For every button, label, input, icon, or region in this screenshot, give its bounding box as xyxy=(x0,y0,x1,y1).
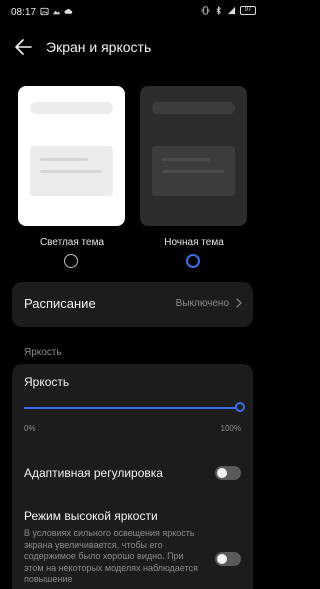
brightness-card: Яркость 0% 100% Адаптивная регулировка Р… xyxy=(12,364,253,589)
preview-header-bar xyxy=(152,102,235,114)
image-icon xyxy=(40,7,49,16)
header: Экран и яркость xyxy=(0,28,265,66)
brightness-slider-track[interactable] xyxy=(24,407,240,409)
status-bar: 08:17 97 xyxy=(0,0,265,24)
light-theme-label: Светлая тема xyxy=(39,237,105,248)
status-notification-icons xyxy=(40,7,73,16)
schedule-row[interactable]: Расписание Выключено xyxy=(12,282,253,327)
status-system-icons: 97 xyxy=(201,6,256,15)
signal-icon xyxy=(227,6,236,15)
high-brightness-mode-label: Режим высокой яркости xyxy=(24,509,158,523)
slider-min-label: 0% xyxy=(24,424,36,433)
preview-line xyxy=(162,158,210,161)
schedule-label: Расписание xyxy=(24,296,96,311)
chevron-right-icon xyxy=(236,298,242,308)
brightness-label: Яркость xyxy=(24,375,70,389)
high-brightness-mode-description: В условиях сильного освещения яркость эк… xyxy=(24,528,198,584)
dark-theme-preview[interactable] xyxy=(140,86,247,226)
light-theme-preview[interactable] xyxy=(18,86,125,226)
adaptive-brightness-label: Адаптивная регулировка xyxy=(24,466,163,480)
adaptive-brightness-toggle[interactable] xyxy=(215,466,241,480)
gallery-icon xyxy=(52,10,61,15)
light-theme-radio[interactable] xyxy=(64,254,78,268)
dark-theme-radio[interactable] xyxy=(186,254,200,268)
brightness-slider-thumb[interactable] xyxy=(235,402,245,412)
preview-line xyxy=(162,170,224,173)
page-title: Экран и яркость xyxy=(46,39,152,55)
vibrate-icon xyxy=(201,6,210,15)
schedule-value: Выключено xyxy=(175,298,229,309)
slider-max-label: 100% xyxy=(220,424,241,433)
dark-theme-label: Ночная тема xyxy=(164,237,224,248)
brightness-section-header: Яркость xyxy=(24,347,62,358)
cloud-icon xyxy=(64,8,73,14)
back-arrow-icon[interactable] xyxy=(12,36,36,58)
preview-line xyxy=(40,170,102,173)
status-time: 08:17 xyxy=(11,7,37,18)
battery-icon: 97 xyxy=(240,6,256,15)
bluetooth-icon xyxy=(216,6,221,15)
high-brightness-mode-toggle[interactable] xyxy=(215,552,241,566)
preview-line xyxy=(40,158,88,161)
preview-header-bar xyxy=(30,102,113,114)
